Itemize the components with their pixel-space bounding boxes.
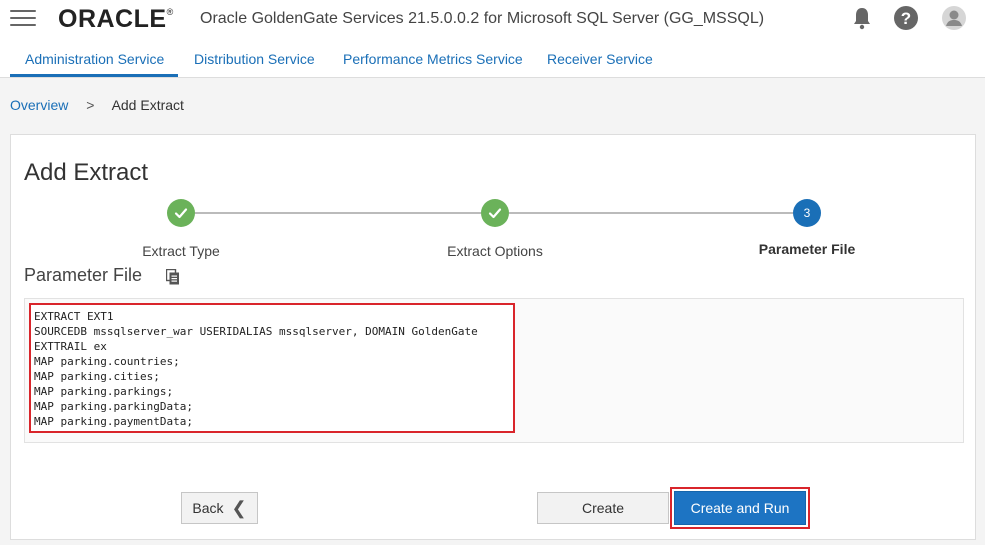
- step-extract-type-indicator[interactable]: [167, 199, 195, 227]
- app-title: Oracle GoldenGate Services 21.5.0.0.2 fo…: [200, 10, 765, 27]
- tab-receiver-service[interactable]: Receiver Service: [547, 51, 653, 67]
- step-extract-options-indicator[interactable]: [481, 199, 509, 227]
- check-icon: [174, 208, 188, 219]
- help-icon[interactable]: ?: [894, 6, 918, 30]
- breadcrumb-separator: >: [86, 97, 95, 113]
- back-button[interactable]: Back ❮: [181, 492, 258, 524]
- step-parameter-file-indicator: 3: [793, 199, 821, 227]
- check-icon: [488, 208, 502, 219]
- app-header: ORACLE® Oracle GoldenGate Services 21.5.…: [0, 0, 985, 38]
- tab-administration-service[interactable]: Administration Service: [25, 51, 164, 67]
- parameter-file-textarea[interactable]: EXTRACT EXT1 SOURCEDB mssqlserver_war US…: [29, 303, 515, 433]
- tab-performance-metrics-service[interactable]: Performance Metrics Service: [343, 51, 523, 67]
- menu-icon[interactable]: [10, 10, 36, 28]
- stepper-connector: [195, 212, 481, 214]
- chevron-left-icon: ❮: [231, 498, 247, 518]
- breadcrumb-current: Add Extract: [111, 97, 184, 113]
- step-label-extract-type[interactable]: Extract Type: [81, 243, 281, 259]
- breadcrumb-overview-link[interactable]: Overview: [10, 97, 68, 113]
- service-tabs: Administration Service Distribution Serv…: [0, 38, 985, 78]
- step-label-extract-options[interactable]: Extract Options: [395, 243, 595, 259]
- svg-text:?: ?: [901, 9, 911, 28]
- create-and-run-button[interactable]: Create and Run: [674, 491, 806, 525]
- bell-icon[interactable]: [850, 6, 874, 30]
- copy-icon[interactable]: [166, 269, 180, 285]
- user-avatar-icon[interactable]: [942, 6, 966, 30]
- back-button-label: Back: [192, 500, 224, 516]
- breadcrumb: Overview > Add Extract: [10, 97, 184, 113]
- oracle-logo: ORACLE®: [58, 5, 174, 33]
- tab-distribution-service[interactable]: Distribution Service: [194, 51, 315, 67]
- parameter-file-heading: Parameter File: [24, 265, 143, 285]
- active-tab-indicator: [10, 74, 178, 77]
- page-title: Add Extract: [24, 159, 149, 186]
- stepper-connector: [509, 212, 793, 214]
- step-label-parameter-file: Parameter File: [758, 241, 856, 257]
- add-extract-panel: Add Extract 3 Extract Type Extract Optio…: [10, 134, 976, 540]
- parameter-file-editor-area[interactable]: EXTRACT EXT1 SOURCEDB mssqlserver_war US…: [24, 298, 964, 443]
- create-button[interactable]: Create: [537, 492, 669, 524]
